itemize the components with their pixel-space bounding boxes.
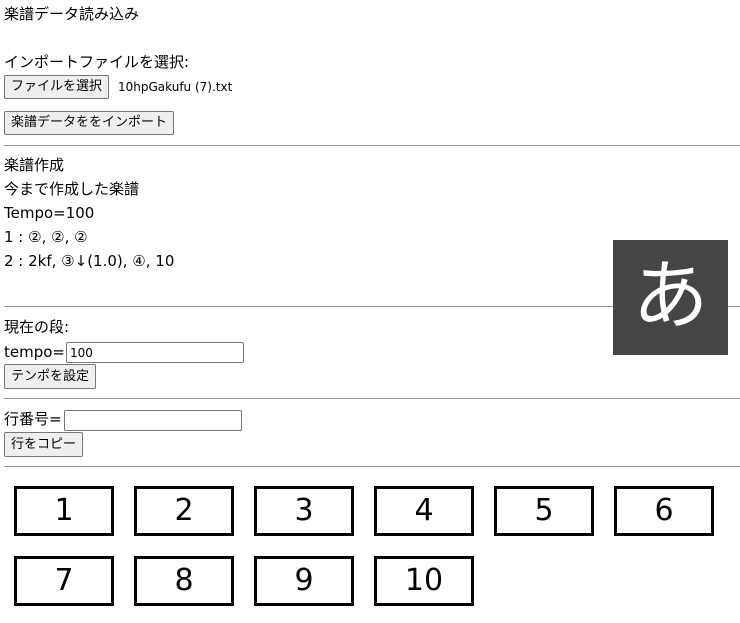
ime-hiragana-indicator: あ <box>613 240 728 355</box>
score-heading: 楽譜作成 <box>4 156 65 174</box>
number-button-2[interactable]: 2 <box>134 486 234 536</box>
tempo-input[interactable] <box>66 342 244 363</box>
import-file-label: インポートファイルを選択: <box>4 53 190 71</box>
copy-row-button[interactable]: 行をコピー <box>4 432 84 457</box>
divider <box>4 466 740 467</box>
score-subheading: 今まで作成した楽譜 <box>4 180 140 198</box>
number-button-3[interactable]: 3 <box>254 486 354 536</box>
choose-file-button[interactable]: ファイルを選択 <box>4 75 110 99</box>
row-number-label: 行番号= <box>4 410 62 428</box>
number-button-9[interactable]: 9 <box>254 556 354 606</box>
number-button-7[interactable]: 7 <box>14 556 114 606</box>
number-button-1[interactable]: 1 <box>14 486 114 536</box>
number-button-10[interactable]: 10 <box>374 556 474 606</box>
selected-file-name: 10hpGakufu (7).txt <box>118 80 233 94</box>
import-button[interactable]: 楽譜データををインポート <box>4 111 175 135</box>
row-number-input[interactable] <box>64 410 242 431</box>
tempo-label: tempo= <box>4 343 65 361</box>
number-button-4[interactable]: 4 <box>374 486 474 536</box>
divider <box>4 145 740 146</box>
number-button-8[interactable]: 8 <box>134 556 234 606</box>
number-button-6[interactable]: 6 <box>614 486 714 536</box>
divider <box>4 398 740 399</box>
current-row-label: 現在の段: <box>4 318 70 336</box>
score-line: 2 : 2kf, ③↓(1.0), ④, 10 <box>4 252 175 270</box>
score-line: 1 : ②, ②, ② <box>4 228 88 246</box>
score-line: Tempo=100 <box>4 204 95 222</box>
import-heading: 楽譜データ読み込み <box>4 5 140 23</box>
set-tempo-button[interactable]: テンポを設定 <box>4 364 97 389</box>
number-button-5[interactable]: 5 <box>494 486 594 536</box>
